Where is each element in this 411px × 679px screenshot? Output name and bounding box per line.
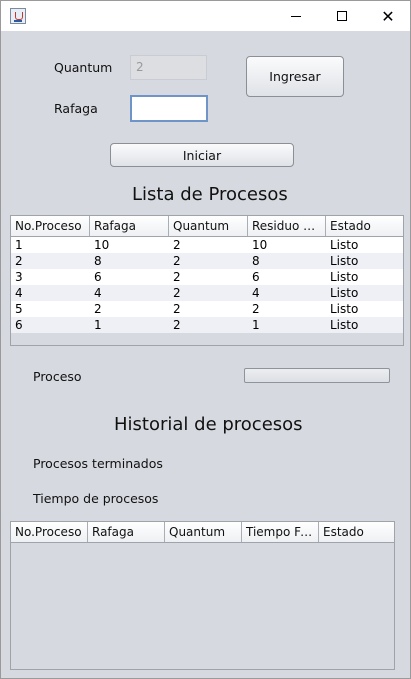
table-cell: 1 bbox=[94, 318, 102, 332]
table-cell: 6 bbox=[252, 270, 260, 284]
minimize-icon bbox=[291, 15, 301, 17]
close-button[interactable]: ✕ bbox=[365, 1, 411, 31]
column-header[interactable]: No.Proceso bbox=[11, 522, 88, 542]
table-cell: 8 bbox=[252, 254, 260, 268]
table-cell: Listo bbox=[330, 286, 359, 300]
history-table-header: No.Proceso Rafaga Quantum Tiempo Fi... E… bbox=[11, 522, 394, 543]
table-cell: 3 bbox=[15, 270, 23, 284]
column-header[interactable]: Residuo R... bbox=[248, 216, 326, 236]
maximize-icon bbox=[337, 11, 347, 21]
table-cell: 5 bbox=[15, 302, 23, 316]
table-cell: 2 bbox=[173, 270, 181, 284]
table-cell: Listo bbox=[330, 318, 359, 332]
table-cell: 2 bbox=[173, 318, 181, 332]
table-cell: Listo bbox=[330, 302, 359, 316]
java-cup-icon bbox=[10, 8, 26, 24]
table-row[interactable]: 6 1 2 1 Listo bbox=[11, 317, 403, 333]
table-cell: 10 bbox=[252, 238, 268, 252]
table-row[interactable]: 3 6 2 6 Listo bbox=[11, 269, 403, 285]
iniciar-button[interactable]: Iniciar bbox=[110, 143, 294, 167]
process-list-title: Lista de Procesos bbox=[132, 184, 288, 205]
table-row[interactable]: 4 4 2 4 Listo bbox=[11, 285, 403, 301]
process-table[interactable]: No.Proceso Rafaga Quantum Residuo R... E… bbox=[10, 215, 404, 346]
table-cell: Listo bbox=[330, 254, 359, 268]
close-icon: ✕ bbox=[381, 6, 395, 26]
table-cell: 4 bbox=[15, 286, 23, 300]
table-cell: 2 bbox=[173, 238, 181, 252]
history-title: Historial de procesos bbox=[114, 414, 303, 435]
column-header[interactable]: Estado bbox=[319, 522, 394, 542]
table-cell: 6 bbox=[15, 318, 23, 332]
quantum-field[interactable]: 2 bbox=[130, 55, 207, 80]
rafaga-label: Rafaga bbox=[54, 101, 98, 116]
table-cell: 2 bbox=[94, 302, 102, 316]
proceso-label: Proceso bbox=[33, 369, 82, 384]
column-header[interactable]: No.Proceso bbox=[11, 216, 90, 236]
column-header[interactable]: Rafaga bbox=[88, 522, 165, 542]
table-cell: 10 bbox=[94, 238, 110, 252]
process-time-label: Tiempo de procesos bbox=[33, 491, 159, 506]
column-header[interactable]: Estado bbox=[326, 216, 403, 236]
quantum-label: Quantum bbox=[54, 60, 113, 75]
main-panel: Quantum 2 Rafaga Ingresar Iniciar Lista … bbox=[1, 31, 410, 678]
finished-processes-label: Procesos terminados bbox=[33, 456, 163, 471]
column-header[interactable]: Quantum bbox=[165, 522, 242, 542]
history-table[interactable]: No.Proceso Rafaga Quantum Tiempo Fi... E… bbox=[10, 521, 395, 670]
minimize-button[interactable] bbox=[273, 1, 319, 31]
table-cell: 4 bbox=[94, 286, 102, 300]
table-cell: 2 bbox=[252, 302, 260, 316]
table-row[interactable]: 2 8 2 8 Listo bbox=[11, 253, 403, 269]
table-cell: 2 bbox=[173, 286, 181, 300]
table-cell: 2 bbox=[173, 302, 181, 316]
table-cell: 8 bbox=[94, 254, 102, 268]
rafaga-field[interactable] bbox=[130, 95, 208, 122]
table-cell: 1 bbox=[15, 238, 23, 252]
table-cell: 1 bbox=[252, 318, 260, 332]
ingresar-button[interactable]: Ingresar bbox=[246, 56, 344, 97]
column-header[interactable]: Tiempo Fi... bbox=[242, 522, 319, 542]
table-cell: 2 bbox=[15, 254, 23, 268]
column-header[interactable]: Quantum bbox=[169, 216, 248, 236]
title-bar[interactable]: ✕ bbox=[1, 1, 410, 31]
table-cell: 4 bbox=[252, 286, 260, 300]
table-row[interactable]: 5 2 2 2 Listo bbox=[11, 301, 403, 317]
table-cell: Listo bbox=[330, 238, 359, 252]
process-table-header: No.Proceso Rafaga Quantum Residuo R... E… bbox=[11, 216, 403, 237]
table-row[interactable]: 1 10 2 10 Listo bbox=[11, 237, 403, 253]
table-cell: 2 bbox=[173, 254, 181, 268]
table-cell: Listo bbox=[330, 270, 359, 284]
maximize-button[interactable] bbox=[319, 1, 365, 31]
process-progress-bar bbox=[244, 368, 390, 383]
column-header[interactable]: Rafaga bbox=[90, 216, 169, 236]
table-cell: 6 bbox=[94, 270, 102, 284]
app-window: ✕ Quantum 2 Rafaga Ingresar Iniciar List… bbox=[0, 0, 411, 679]
